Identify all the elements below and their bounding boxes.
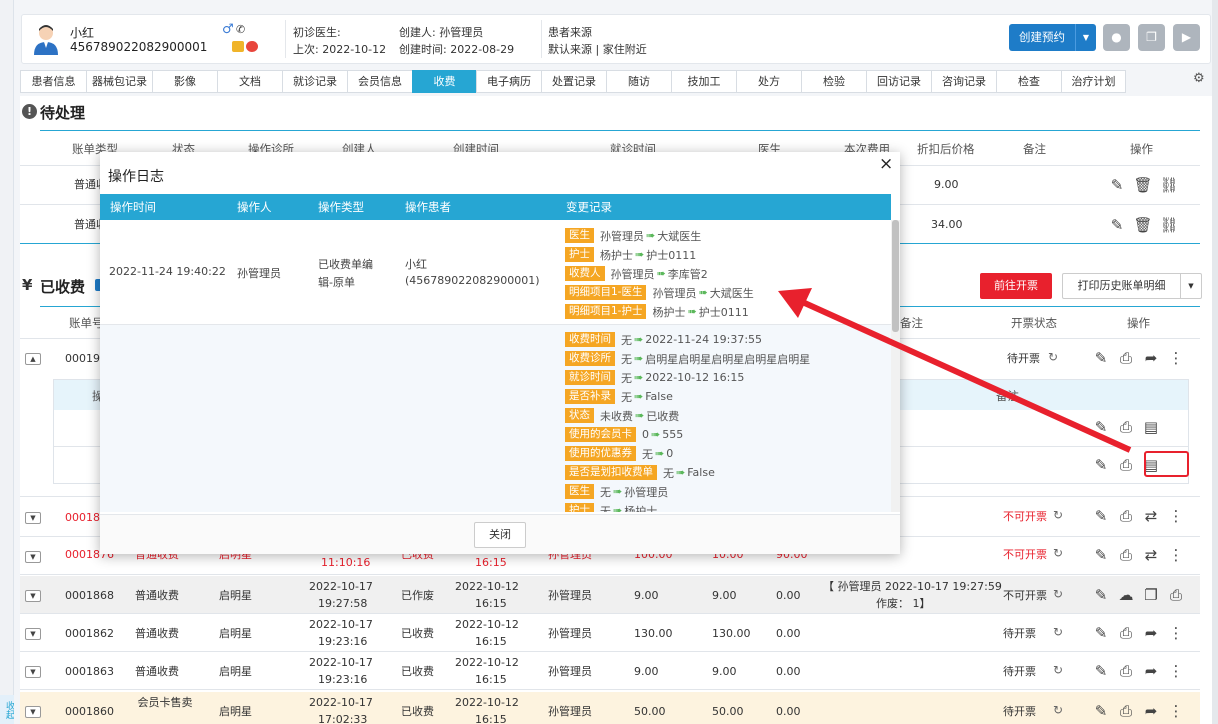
annotation-arrow bbox=[778, 288, 1132, 453]
